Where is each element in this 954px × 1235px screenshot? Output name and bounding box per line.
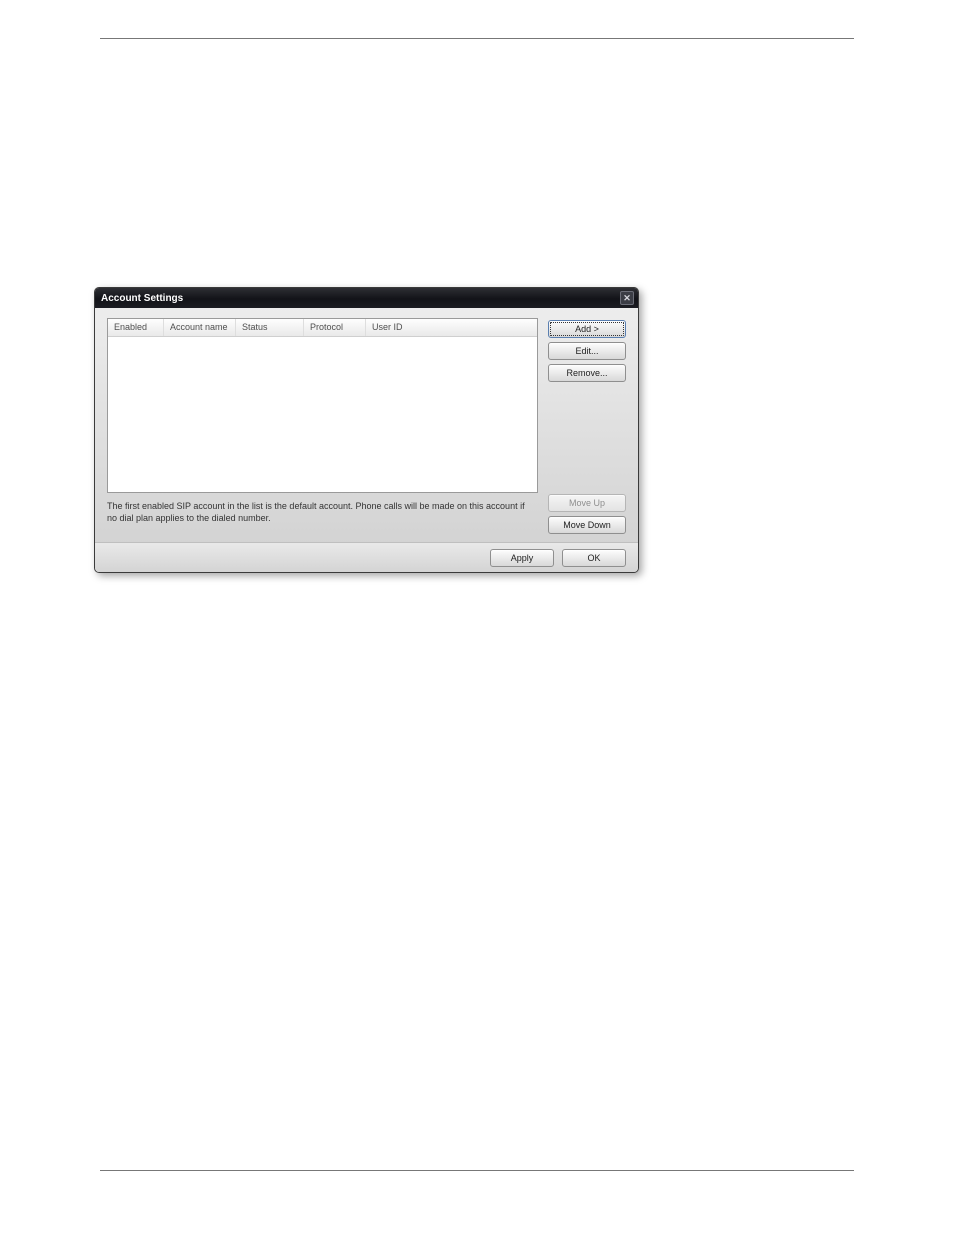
column-enabled[interactable]: Enabled: [108, 319, 164, 336]
close-icon: ✕: [623, 294, 631, 303]
table-header-row: Enabled Account name Status Protocol Use…: [108, 319, 537, 337]
dialog-titlebar: Account Settings ✕: [95, 288, 638, 308]
accounts-table[interactable]: Enabled Account name Status Protocol Use…: [107, 318, 538, 493]
side-buttons: Add > Edit... Remove... Move Up Move Dow…: [548, 318, 626, 534]
edit-button[interactable]: Edit...: [548, 342, 626, 360]
close-button[interactable]: ✕: [620, 291, 634, 305]
column-account-name[interactable]: Account name: [164, 319, 236, 336]
column-user-id[interactable]: User ID: [366, 319, 537, 336]
column-status[interactable]: Status: [236, 319, 304, 336]
footer-divider: [100, 1170, 854, 1171]
header-divider: [100, 38, 854, 39]
dialog-content: Enabled Account name Status Protocol Use…: [95, 308, 638, 542]
add-button[interactable]: Add >: [548, 320, 626, 338]
move-up-button[interactable]: Move Up: [548, 494, 626, 512]
account-settings-dialog: Account Settings ✕ Enabled Account name …: [94, 287, 639, 573]
apply-button[interactable]: Apply: [490, 549, 554, 567]
main-row: Enabled Account name Status Protocol Use…: [107, 318, 626, 534]
list-panel: Enabled Account name Status Protocol Use…: [107, 318, 538, 534]
button-spacer: [548, 386, 626, 490]
default-account-note: The first enabled SIP account in the lis…: [107, 501, 538, 524]
move-down-button[interactable]: Move Down: [548, 516, 626, 534]
dialog-footer: Apply OK: [95, 542, 638, 572]
document-page: Account Settings ✕ Enabled Account name …: [0, 0, 954, 1235]
remove-button[interactable]: Remove...: [548, 364, 626, 382]
column-protocol[interactable]: Protocol: [304, 319, 366, 336]
dialog-title: Account Settings: [101, 293, 183, 304]
ok-button[interactable]: OK: [562, 549, 626, 567]
